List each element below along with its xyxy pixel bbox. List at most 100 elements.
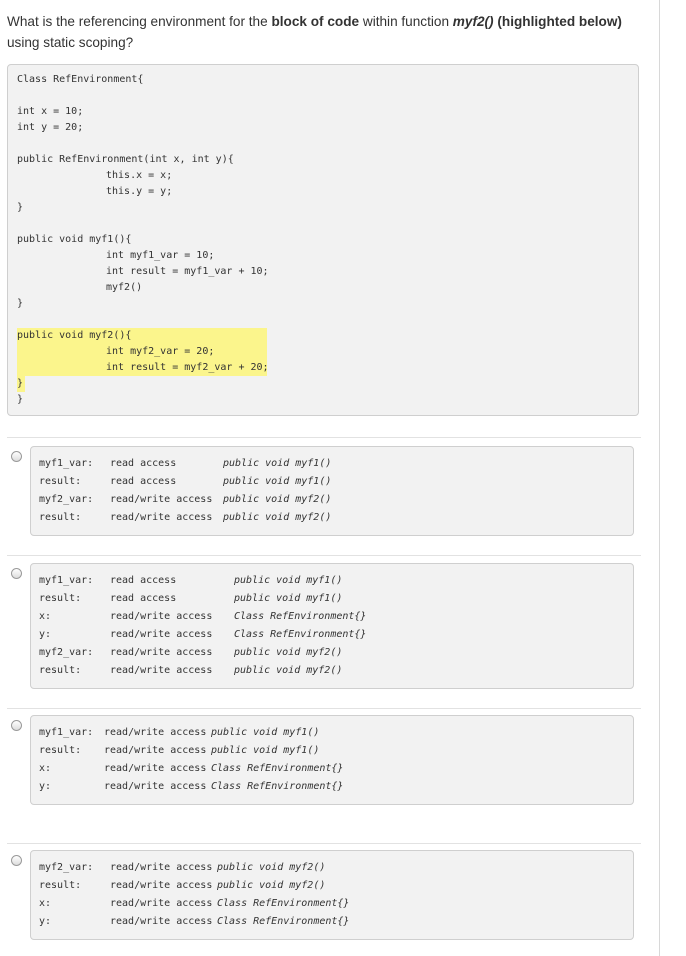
- var-name: y:: [39, 916, 52, 927]
- var-name: x:: [39, 763, 52, 774]
- code-line-highlighted: }: [17, 378, 24, 389]
- var-name: result:: [39, 476, 82, 487]
- option-a-radio[interactable]: [11, 451, 22, 462]
- option-b-radio[interactable]: [11, 568, 22, 579]
- code-line: int x = 10;: [17, 106, 84, 117]
- option-row: y: read/write access Class RefEnvironmen…: [31, 626, 633, 644]
- scope-name: Class RefEnvironment{}: [234, 611, 367, 622]
- question-function-name: myf2(): [452, 14, 494, 29]
- option-row: y: read/write access Class RefEnvironmen…: [31, 778, 633, 796]
- var-name: result:: [39, 880, 82, 891]
- option-row: result: read/write access public void my…: [31, 509, 633, 527]
- access-type: read access: [110, 575, 177, 586]
- option-row: myf1_var: read access public void myf1(): [31, 572, 633, 590]
- scope-name: public void myf1(): [223, 476, 332, 487]
- var-name: myf1_var:: [39, 575, 94, 586]
- option-row: myf2_var: read/write access public void …: [31, 491, 633, 509]
- var-name: result:: [39, 593, 82, 604]
- access-type: read/write access: [110, 494, 213, 505]
- var-name: myf2_var:: [39, 862, 94, 873]
- option-divider: [7, 555, 641, 556]
- access-type: read access: [110, 458, 177, 469]
- option-c-radio[interactable]: [11, 720, 22, 731]
- access-type: read/write access: [104, 727, 207, 738]
- access-type: read/write access: [110, 629, 213, 640]
- scope-name: public void myf2(): [223, 494, 332, 505]
- code-line: int myf1_var = 10;: [106, 250, 215, 261]
- question-emphasis: block of code: [271, 14, 360, 29]
- var-name: x:: [39, 898, 52, 909]
- scope-name: Class RefEnvironment{}: [234, 629, 367, 640]
- option-b-box[interactable]: myf1_var: read access public void myf1()…: [30, 563, 634, 689]
- access-type: read/write access: [110, 512, 213, 523]
- access-type: read/write access: [110, 611, 213, 622]
- scope-name: Class RefEnvironment{}: [211, 763, 344, 774]
- option-row: x: read/write access Class RefEnvironmen…: [31, 760, 633, 778]
- option-row: result: read/write access public void my…: [31, 662, 633, 680]
- access-type: read/write access: [110, 862, 213, 873]
- option-a-box[interactable]: myf1_var: read access public void myf1()…: [30, 446, 634, 536]
- code-line: }: [17, 298, 24, 309]
- option-row: myf1_var: read access public void myf1(): [31, 455, 633, 473]
- access-type: read/write access: [110, 647, 213, 658]
- var-name: myf1_var:: [39, 727, 94, 738]
- option-row: myf2_var: read/write access public void …: [31, 859, 633, 877]
- scope-name: public void myf2(): [217, 862, 326, 873]
- option-row: result: read/write access public void my…: [31, 877, 633, 895]
- scope-name: public void myf1(): [211, 745, 320, 756]
- scope-name: Class RefEnvironment{}: [217, 898, 350, 909]
- question-part: using static scoping?: [7, 35, 134, 50]
- code-block: Class RefEnvironment{ int x = 10; int y …: [7, 64, 639, 416]
- question-text: What is the referencing environment for …: [7, 11, 652, 53]
- code-line: int y = 20;: [17, 122, 84, 133]
- option-row: y: read/write access Class RefEnvironmen…: [31, 913, 633, 931]
- code-line: this.y = y;: [106, 186, 173, 197]
- scope-name: public void myf1(): [223, 458, 332, 469]
- access-type: read/write access: [110, 898, 213, 909]
- code-line: int result = myf1_var + 10;: [106, 266, 269, 277]
- question-emphasis: (highlighted below): [493, 14, 622, 29]
- scope-name: Class RefEnvironment{}: [217, 916, 350, 927]
- code-line-highlighted: int myf2_var = 20;: [106, 346, 215, 357]
- code-line: }: [17, 202, 24, 213]
- var-name: myf1_var:: [39, 458, 94, 469]
- question-part: within function: [359, 14, 453, 29]
- var-name: y:: [39, 629, 52, 640]
- option-row: result: read/write access public void my…: [31, 742, 633, 760]
- var-name: result:: [39, 665, 82, 676]
- var-name: myf2_var:: [39, 647, 94, 658]
- option-divider: [7, 437, 641, 438]
- option-d-box[interactable]: myf2_var: read/write access public void …: [30, 850, 634, 940]
- access-type: read/write access: [110, 916, 213, 927]
- option-row: result: read access public void myf1(): [31, 590, 633, 608]
- access-type: read/write access: [110, 665, 213, 676]
- scope-name: public void myf2(): [234, 647, 343, 658]
- code-line-highlighted: int result = myf2_var + 20;: [106, 362, 269, 373]
- var-name: myf2_var:: [39, 494, 94, 505]
- code-line: Class RefEnvironment{: [17, 74, 144, 85]
- option-c-box[interactable]: myf1_var: read/write access public void …: [30, 715, 634, 805]
- access-type: read/write access: [104, 781, 207, 792]
- option-divider: [7, 708, 641, 709]
- access-type: read/write access: [104, 745, 207, 756]
- scope-name: Class RefEnvironment{}: [211, 781, 344, 792]
- option-d-radio[interactable]: [11, 855, 22, 866]
- code-line: public void myf1(){: [17, 234, 132, 245]
- var-name: y:: [39, 781, 52, 792]
- access-type: read/write access: [110, 880, 213, 891]
- question-part: What is the referencing environment for …: [7, 14, 272, 29]
- code-line: public RefEnvironment(int x, int y){: [17, 154, 234, 165]
- scope-name: public void myf2(): [223, 512, 332, 523]
- var-name: x:: [39, 611, 52, 622]
- var-name: result:: [39, 745, 82, 756]
- option-row: myf2_var: read/write access public void …: [31, 644, 633, 662]
- scope-name: public void myf1(): [234, 593, 343, 604]
- var-name: result:: [39, 512, 82, 523]
- option-row: x: read/write access Class RefEnvironmen…: [31, 608, 633, 626]
- access-type: read access: [110, 593, 177, 604]
- option-divider: [7, 843, 641, 844]
- access-type: read access: [110, 476, 177, 487]
- option-row: x: read/write access Class RefEnvironmen…: [31, 895, 633, 913]
- scope-name: public void myf2(): [217, 880, 326, 891]
- code-line: myf2(): [106, 282, 143, 293]
